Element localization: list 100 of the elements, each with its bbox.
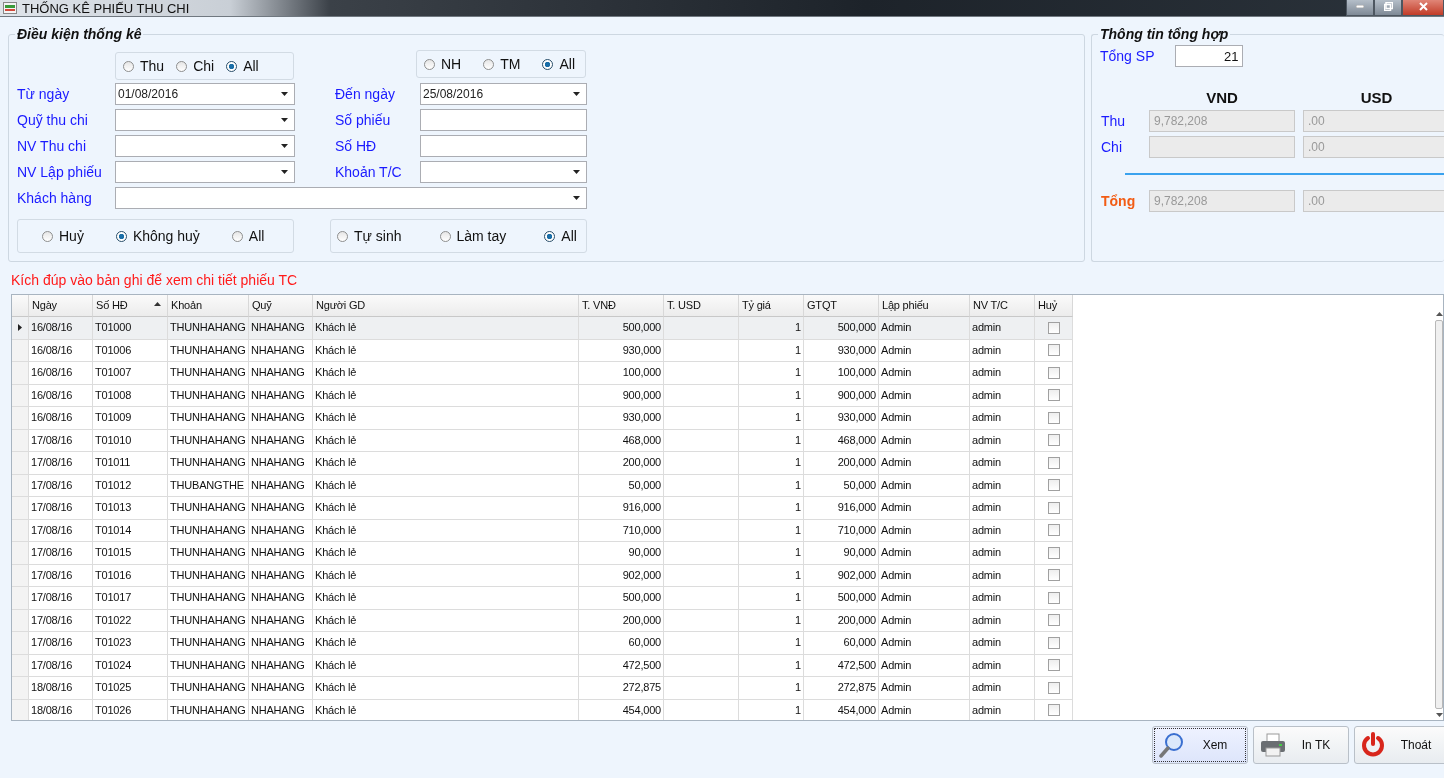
table-cell: Khách lẻ — [313, 677, 579, 700]
input-field[interactable] — [420, 135, 587, 157]
column-header[interactable]: T. USD — [664, 295, 739, 317]
table-cell: THUNHAHANG — [168, 519, 249, 542]
minimize-button[interactable] — [1346, 0, 1374, 16]
table-cell: 472,500 — [804, 654, 879, 677]
radio-button[interactable] — [424, 58, 435, 70]
caret-icon — [281, 92, 288, 96]
column-header[interactable]: Số HĐ — [93, 295, 168, 317]
table-cell: 930,000 — [804, 407, 879, 430]
search-icon — [1159, 732, 1185, 758]
row-header[interactable] — [12, 317, 29, 340]
table-cell: admin — [970, 564, 1035, 587]
checkbox[interactable] — [1047, 456, 1060, 469]
checkbox[interactable] — [1047, 681, 1060, 694]
checkbox[interactable] — [1047, 479, 1060, 492]
checkbox[interactable] — [1047, 546, 1060, 559]
radio-option[interactable]: NH — [424, 56, 462, 72]
table-cell: 17/08/16 — [29, 564, 93, 587]
radio-option[interactable]: All — [544, 228, 577, 244]
radio-option[interactable]: Tự sinh — [337, 228, 402, 244]
radio-button[interactable] — [337, 230, 348, 242]
table-cell: THUBANGTHE — [168, 474, 249, 497]
checkbox[interactable] — [1047, 591, 1060, 604]
dropdown-field[interactable] — [420, 161, 587, 183]
table-cell: T01026 — [93, 699, 168, 720]
radio-option[interactable]: All — [226, 58, 259, 74]
table-cell: Admin — [879, 407, 970, 430]
checkbox[interactable] — [1047, 321, 1060, 334]
print-button[interactable]: In TK — [1253, 726, 1349, 764]
radio-button[interactable] — [176, 60, 188, 72]
table-cell: NHAHANG — [249, 542, 313, 565]
checkbox[interactable] — [1047, 659, 1060, 672]
checkbox[interactable] — [1047, 344, 1060, 357]
checkbox[interactable] — [1047, 636, 1060, 649]
radio-option[interactable]: TM — [483, 56, 521, 72]
row-label: Chi — [1101, 139, 1123, 155]
radio-option[interactable]: Không huỷ — [115, 228, 200, 244]
dropdown-field[interactable] — [115, 161, 295, 183]
table-cell: NHAHANG — [249, 407, 313, 430]
field-label: Số phiếu — [335, 112, 392, 128]
radio-button[interactable] — [42, 230, 53, 242]
restore-button[interactable] — [1374, 0, 1402, 16]
checkbox[interactable] — [1047, 411, 1060, 424]
caret-icon — [281, 144, 288, 148]
table-cell: 454,000 — [804, 699, 879, 720]
radio-button[interactable] — [123, 60, 134, 72]
column-header[interactable]: Huỷ — [1035, 295, 1073, 317]
column-header[interactable]: Khoản — [168, 295, 249, 317]
close-button[interactable] — [1402, 0, 1444, 16]
input-field[interactable] — [420, 109, 587, 131]
radio-option[interactable]: Huỷ — [42, 228, 84, 244]
dropdown-field[interactable]: 01/08/2016 — [115, 83, 295, 105]
radio-button[interactable] — [439, 230, 451, 242]
column-header[interactable]: Ngày — [29, 295, 93, 317]
checkbox[interactable] — [1047, 614, 1060, 627]
view-button[interactable]: Xem — [1152, 726, 1248, 764]
table-cell: admin — [970, 407, 1035, 430]
table-cell: T01015 — [93, 542, 168, 565]
checkbox[interactable] — [1047, 569, 1060, 582]
table-cell: 1 — [739, 407, 804, 430]
radio-button[interactable] — [542, 58, 554, 70]
column-header[interactable]: T. VNĐ — [579, 295, 664, 317]
radio-button[interactable] — [231, 230, 243, 242]
radio-option[interactable]: Làm tay — [439, 228, 507, 244]
column-header[interactable]: Quỹ — [249, 295, 313, 317]
table-cell: 902,000 — [579, 564, 664, 587]
table-cell: Khách lẻ — [313, 362, 579, 385]
checkbox[interactable] — [1047, 389, 1060, 402]
exit-button[interactable]: Thoát — [1354, 726, 1444, 764]
table-cell: T01017 — [93, 587, 168, 610]
checkbox[interactable] — [1047, 434, 1060, 447]
dropdown-field[interactable] — [115, 187, 587, 209]
radio-button[interactable] — [483, 58, 495, 70]
checkbox[interactable] — [1047, 524, 1060, 537]
row-label: Thu — [1101, 113, 1127, 129]
radio-button[interactable] — [544, 230, 556, 242]
column-header[interactable]: Người GD — [313, 295, 579, 317]
table-cell: 454,000 — [579, 699, 664, 720]
radio-option[interactable]: Chi — [176, 58, 215, 74]
column-header[interactable]: Tỷ giá — [739, 295, 804, 317]
dropdown-field[interactable] — [115, 135, 295, 157]
checkbox[interactable] — [1047, 704, 1060, 717]
column-header[interactable]: NV T/C — [970, 295, 1035, 317]
input-field[interactable]: 21 — [1175, 45, 1244, 67]
radio-button[interactable] — [226, 60, 238, 72]
checkbox[interactable] — [1047, 501, 1060, 514]
radio-option[interactable]: All — [542, 56, 575, 72]
radio-option[interactable]: Thu — [123, 58, 165, 74]
caret-icon — [281, 170, 288, 174]
radio-button[interactable] — [115, 230, 127, 242]
dropdown-field[interactable]: 25/08/2016 — [420, 83, 587, 105]
checkbox[interactable] — [1047, 366, 1060, 379]
table-cell: NHAHANG — [249, 497, 313, 520]
column-header[interactable]: GTQT — [804, 295, 879, 317]
table-cell: T01011 — [93, 452, 168, 475]
radio-option[interactable]: All — [231, 228, 265, 244]
column-header[interactable]: Lập phiếu — [879, 295, 970, 317]
dropdown-field[interactable] — [115, 109, 295, 131]
table-cell: 17/08/16 — [29, 452, 93, 475]
